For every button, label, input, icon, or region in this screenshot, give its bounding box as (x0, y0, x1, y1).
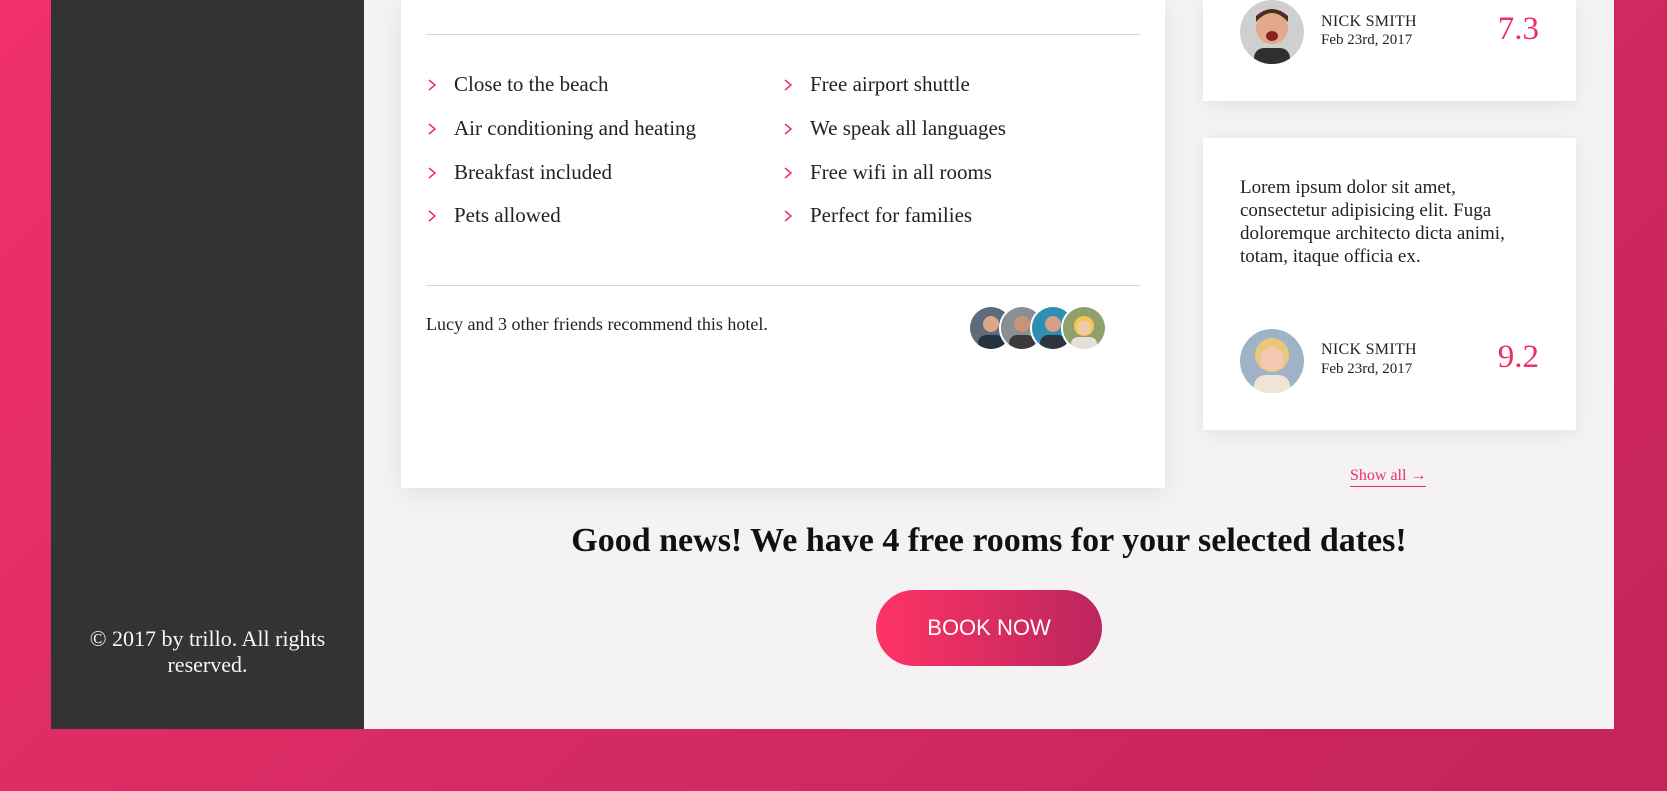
feature-label: Air conditioning and heating (454, 115, 697, 140)
show-all-link[interactable]: Show all → (1350, 467, 1427, 487)
reviewer-avatar (1240, 329, 1304, 393)
feature-item: Free airport shuttle (782, 66, 970, 102)
feature-item: Pets allowed (426, 197, 561, 233)
reviewer-name: NICK SMITH (1321, 341, 1417, 358)
review-card: Lorem ipsum dolor sit amet, consectetur … (1203, 138, 1576, 430)
feature-label: Breakfast included (454, 159, 613, 184)
chevron-right-icon (426, 167, 438, 179)
feature-item: Close to the beach (426, 66, 609, 102)
feature-label: We speak all languages (810, 115, 1006, 140)
feature-label: Free airport shuttle (810, 71, 970, 96)
review-rating: 9.2 (1497, 339, 1539, 375)
sidebar: © 2017 by trillo. All rights reserved. (51, 0, 364, 729)
review-card: NICK SMITH Feb 23rd, 2017 7.3 (1203, 0, 1576, 101)
chevron-right-icon (782, 123, 794, 135)
chevron-right-icon (782, 79, 794, 91)
feature-label: Pets allowed (454, 202, 561, 227)
feature-item: Air conditioning and heating (426, 110, 696, 146)
feature-item: Perfect for families (782, 197, 972, 233)
reviewer-avatar (1240, 0, 1304, 64)
review-date: Feb 23rd, 2017 (1321, 32, 1413, 48)
chevron-right-icon (782, 210, 794, 222)
recommend-text: Lucy and 3 other friends recommend this … (426, 314, 768, 334)
chevron-right-icon (426, 123, 438, 135)
main-content: Close to the beach Free airport shuttle … (364, 0, 1614, 729)
feature-label: Free wifi in all rooms (810, 159, 992, 184)
feature-item: We speak all languages (782, 110, 1006, 146)
review-rating: 7.3 (1497, 11, 1539, 47)
review-date: Feb 23rd, 2017 (1321, 361, 1413, 377)
book-now-button[interactable]: BOOK NOW (876, 590, 1102, 666)
availability-heading: Good news! We have 4 free rooms for your… (571, 522, 1407, 559)
feature-list: Close to the beach Free airport shuttle … (426, 52, 1140, 242)
review-text: Lorem ipsum dolor sit amet, consectetur … (1240, 177, 1505, 267)
hotel-description-card: Close to the beach Free airport shuttle … (401, 0, 1165, 488)
feature-item: Breakfast included (426, 154, 612, 190)
friends-avatars[interactable] (968, 305, 1108, 351)
chevron-right-icon (426, 210, 438, 222)
chevron-right-icon (426, 79, 438, 91)
friend-avatar[interactable] (1061, 305, 1107, 351)
feature-item: Free wifi in all rooms (782, 154, 992, 190)
copyright-text: © 2017 by trillo. All rights reserved. (89, 626, 326, 677)
reviewer-name: NICK SMITH (1321, 13, 1417, 30)
feature-label: Perfect for families (810, 202, 973, 227)
divider (426, 285, 1140, 286)
divider (426, 34, 1140, 35)
chevron-right-icon (782, 167, 794, 179)
app-frame: © 2017 by trillo. All rights reserved. C… (51, 0, 1614, 729)
feature-label: Close to the beach (454, 71, 609, 96)
